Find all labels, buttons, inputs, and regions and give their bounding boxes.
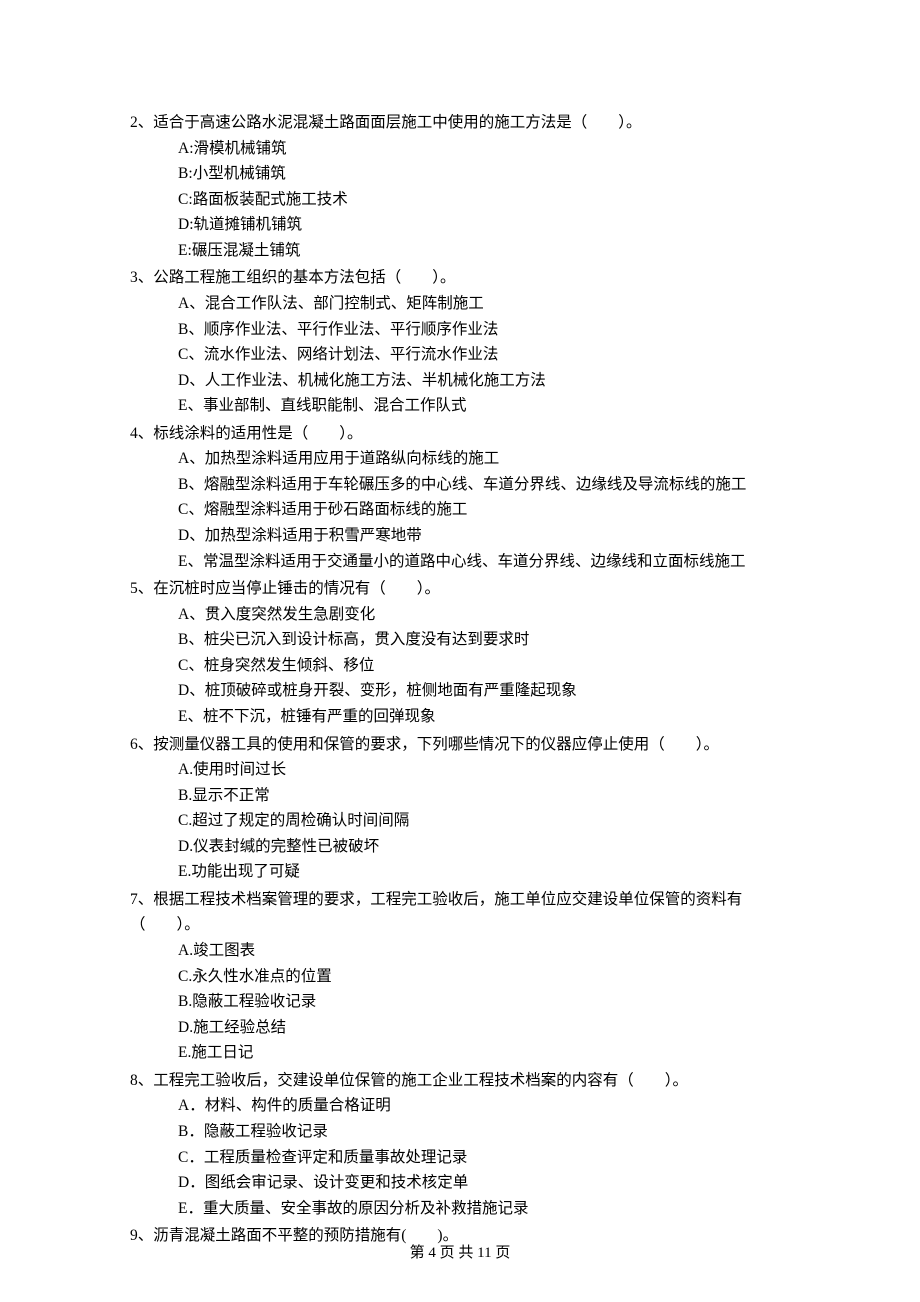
question-options: A．材料、构件的质量合格证明 B．隐蔽工程验收记录 C．工程质量检查评定和质量事… — [130, 1093, 795, 1221]
option: D、加热型涂料适用于积雪严寒地带 — [178, 523, 795, 549]
option: A、加热型涂料适用应用于道路纵向标线的施工 — [178, 446, 795, 472]
option: C、流水作业法、网络计划法、平行流水作业法 — [178, 342, 795, 368]
option: D．图纸会审记录、设计变更和技术核定单 — [178, 1170, 795, 1196]
question-options: A、贯入度突然发生急剧变化 B、桩尖已沉入到设计标高，贯入度没有达到要求时 C、… — [130, 602, 795, 730]
question-3: 3、公路工程施工组织的基本方法包括（ ）。 A、混合工作队法、部门控制式、矩阵制… — [130, 265, 795, 418]
option: D、桩顶破碎或桩身开裂、变形，桩侧地面有严重隆起现象 — [178, 678, 795, 704]
question-options: A、混合工作队法、部门控制式、矩阵制施工 B、顺序作业法、平行作业法、平行顺序作… — [130, 291, 795, 419]
question-options: A:滑模机械铺筑 B:小型机械铺筑 C:路面板装配式施工技术 D:轨道摊铺机铺筑… — [130, 136, 795, 264]
option: E、桩不下沉，桩锤有严重的回弹现象 — [178, 704, 795, 730]
option: E、事业部制、直线职能制、混合工作队式 — [178, 393, 795, 419]
option: D:轨道摊铺机铺筑 — [178, 212, 795, 238]
option: A.使用时间过长 — [178, 757, 795, 783]
option: B.隐蔽工程验收记录 — [178, 989, 795, 1015]
option: E．重大质量、安全事故的原因分析及补救措施记录 — [178, 1196, 795, 1222]
option: E.功能出现了可疑 — [178, 859, 795, 885]
question-options: A.使用时间过长 B.显示不正常 C.超过了规定的周检确认时间间隔 D.仪表封缄… — [130, 757, 795, 885]
option: B:小型机械铺筑 — [178, 161, 795, 187]
option: B、桩尖已沉入到设计标高，贯入度没有达到要求时 — [178, 627, 795, 653]
option: B、熔融型涂料适用于车轮碾压多的中心线、车道分界线、边缘线及导流标线的施工 — [178, 472, 795, 498]
question-6: 6、按测量仪器工具的使用和保管的要求，下列哪些情况下的仪器应停止使用（ ）。 A… — [130, 732, 795, 885]
option: A．材料、构件的质量合格证明 — [178, 1093, 795, 1119]
question-2: 2、适合于高速公路水泥混凝土路面面层施工中使用的施工方法是（ ）。 A:滑模机械… — [130, 110, 795, 263]
page-footer: 第 4 页 共 11 页 — [0, 1241, 920, 1266]
option: A.竣工图表 — [178, 938, 795, 964]
option: A、混合工作队法、部门控制式、矩阵制施工 — [178, 291, 795, 317]
option: E.施工日记 — [178, 1040, 795, 1066]
question-stem: 6、按测量仪器工具的使用和保管的要求，下列哪些情况下的仪器应停止使用（ ）。 — [130, 732, 795, 758]
option: A:滑模机械铺筑 — [178, 136, 795, 162]
option: D、人工作业法、机械化施工方法、半机械化施工方法 — [178, 368, 795, 394]
option: C:路面板装配式施工技术 — [178, 187, 795, 213]
option: D.仪表封缄的完整性已被破坏 — [178, 834, 795, 860]
option: B．隐蔽工程验收记录 — [178, 1119, 795, 1145]
question-5: 5、在沉桩时应当停止锤击的情况有（ ）。 A、贯入度突然发生急剧变化 B、桩尖已… — [130, 576, 795, 729]
question-stem: 2、适合于高速公路水泥混凝土路面面层施工中使用的施工方法是（ ）。 — [130, 110, 795, 136]
question-options: A、加热型涂料适用应用于道路纵向标线的施工 B、熔融型涂料适用于车轮碾压多的中心… — [130, 446, 795, 574]
question-stem: 5、在沉桩时应当停止锤击的情况有（ ）。 — [130, 576, 795, 602]
exam-page: 2、适合于高速公路水泥混凝土路面面层施工中使用的施工方法是（ ）。 A:滑模机械… — [0, 0, 920, 1302]
question-7: 7、根据工程技术档案管理的要求，工程完工验收后，施工单位应交建设单位保管的资料有… — [130, 887, 795, 1066]
option: C、桩身突然发生倾斜、移位 — [178, 653, 795, 679]
option: C.超过了规定的周检确认时间间隔 — [178, 808, 795, 834]
option: B、顺序作业法、平行作业法、平行顺序作业法 — [178, 317, 795, 343]
question-4: 4、标线涂料的适用性是（ ）。 A、加热型涂料适用应用于道路纵向标线的施工 B、… — [130, 421, 795, 574]
option: D.施工经验总结 — [178, 1015, 795, 1041]
question-stem: 3、公路工程施工组织的基本方法包括（ ）。 — [130, 265, 795, 291]
option: C．工程质量检查评定和质量事故处理记录 — [178, 1145, 795, 1171]
option: B.显示不正常 — [178, 783, 795, 809]
option: C、熔融型涂料适用于砂石路面标线的施工 — [178, 497, 795, 523]
question-options: A.竣工图表 C.永久性水准点的位置 B.隐蔽工程验收记录 D.施工经验总结 E… — [130, 938, 795, 1066]
option: E:碾压混凝土铺筑 — [178, 238, 795, 264]
question-stem: 7、根据工程技术档案管理的要求，工程完工验收后，施工单位应交建设单位保管的资料有… — [130, 887, 795, 938]
option: E、常温型涂料适用于交通量小的道路中心线、车道分界线、边缘线和立面标线施工 — [178, 549, 795, 575]
question-8: 8、工程完工验收后，交建设单位保管的施工企业工程技术档案的内容有（ ）。 A．材… — [130, 1068, 795, 1221]
question-stem: 4、标线涂料的适用性是（ ）。 — [130, 421, 795, 447]
option: C.永久性水准点的位置 — [178, 964, 795, 990]
question-stem: 8、工程完工验收后，交建设单位保管的施工企业工程技术档案的内容有（ ）。 — [130, 1068, 795, 1094]
option: A、贯入度突然发生急剧变化 — [178, 602, 795, 628]
